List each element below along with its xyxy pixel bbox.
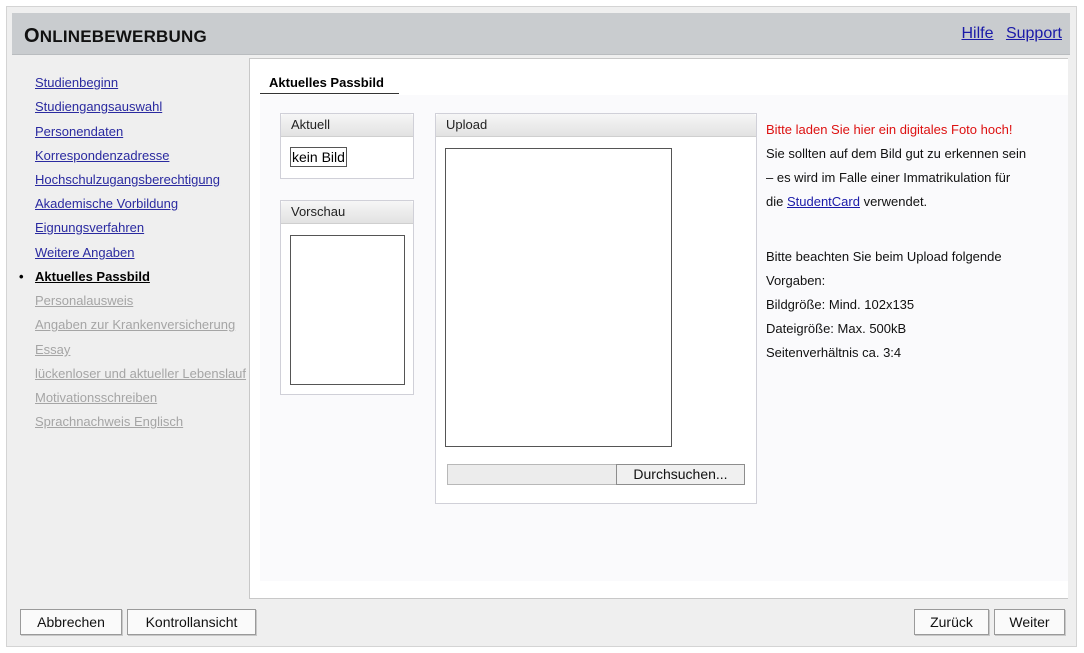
active-item-bullet: • [19,269,24,284]
requirements-intro-2: Vorgaben: [766,273,826,288]
upload-info: Bitte laden Sie hier ein digitales Foto … [766,118,1066,365]
sidebar-item-essay: Essay [35,342,71,357]
sidebar-item-studienbeginn[interactable]: Studienbeginn [35,75,118,90]
help-link[interactable]: Hilfe [961,25,993,42]
next-button[interactable]: Weiter [994,609,1065,635]
requirement-file-size: Dateigröße: Max. 500kB [766,321,907,336]
upload-panel-title: Upload [436,114,756,137]
upload-panel: Upload Durchsuchen... [435,113,757,504]
preview-panel: Vorschau [280,200,414,395]
sidebar-item-lebenslauf: lückenloser und aktueller Lebenslauf [35,366,247,381]
info-line-3-post: verwendet. [859,194,928,209]
sidebar-item-korrespondenzadresse[interactable]: Korrespondenzadresse [35,148,169,163]
info-line-2: – es wird im Falle einer Immatrikulation… [766,170,1011,185]
sidebar-item-krankenversicherung: Angaben zur Krankenversicherung [35,317,236,332]
upload-warning-text: Bitte laden Sie hier ein digitales Foto … [766,122,1013,137]
back-button[interactable]: Zurück [914,609,989,635]
sidebar-nav: Studienbeginn Studiengangsauswahl Person… [12,58,248,598]
sidebar-item-akademische-vorbildung[interactable]: Akademische Vorbildung [35,196,178,211]
sidebar-item-personendaten[interactable]: Personendaten [35,124,123,139]
file-path-field[interactable] [447,464,617,485]
tab-underline [260,93,399,94]
app-header: ONLINEBEWERBUNG Hilfe Support [12,13,1070,55]
requirement-image-size: Bildgröße: Mind. 102x135 [766,297,915,312]
preview-image-box [290,235,405,385]
sidebar-item-sprachnachweis-englisch: Sprachnachweis Englisch [35,414,184,429]
preview-panel-title: Vorschau [281,201,413,224]
info-line-3: die StudentCard verwendet. [766,190,1066,214]
tab-aktuelles-passbild[interactable]: Aktuelles Passbild [269,75,384,90]
sidebar-item-aktuelles-passbild[interactable]: Aktuelles Passbild [35,269,150,284]
app-title-rest: NLINEBEWERBUNG [39,27,207,46]
sidebar-item-personalausweis: Personalausweis [35,293,134,308]
current-image-placeholder: kein Bild [290,147,347,167]
header-links: Hilfe Support [953,25,1062,43]
info-line-1: Sie sollten auf dem Bild gut zu erkennen… [766,146,1027,161]
cancel-button[interactable]: Abbrechen [20,609,122,635]
support-link[interactable]: Support [1006,25,1062,42]
studentcard-link[interactable]: StudentCard [787,194,860,209]
browse-button[interactable]: Durchsuchen... [616,464,745,485]
requirement-aspect-ratio: Seitenverhältnis ca. 3:4 [766,345,902,360]
sidebar-item-studiengangsauswahl[interactable]: Studiengangsauswahl [35,99,162,114]
sidebar-item-motivationsschreiben: Motivationsschreiben [35,390,158,405]
app-title-initial: O [24,25,40,47]
sidebar-item-hochschulzugangsberechtigung[interactable]: Hochschulzugangsberechtigung [35,172,220,187]
current-panel-title: Aktuell [281,114,413,137]
requirements-intro-1: Bitte beachten Sie beim Upload folgende [766,249,1002,264]
upload-image-box [445,148,672,447]
current-image-panel: Aktuell kein Bild [280,113,414,179]
sidebar-item-weitere-angaben[interactable]: Weitere Angaben [35,245,135,260]
app-title: ONLINEBEWERBUNG [24,25,207,48]
sidebar-item-eignungsverfahren[interactable]: Eignungsverfahren [35,220,144,235]
control-view-button[interactable]: Kontrollansicht [127,609,256,635]
info-line-3-pre: die [766,194,787,209]
